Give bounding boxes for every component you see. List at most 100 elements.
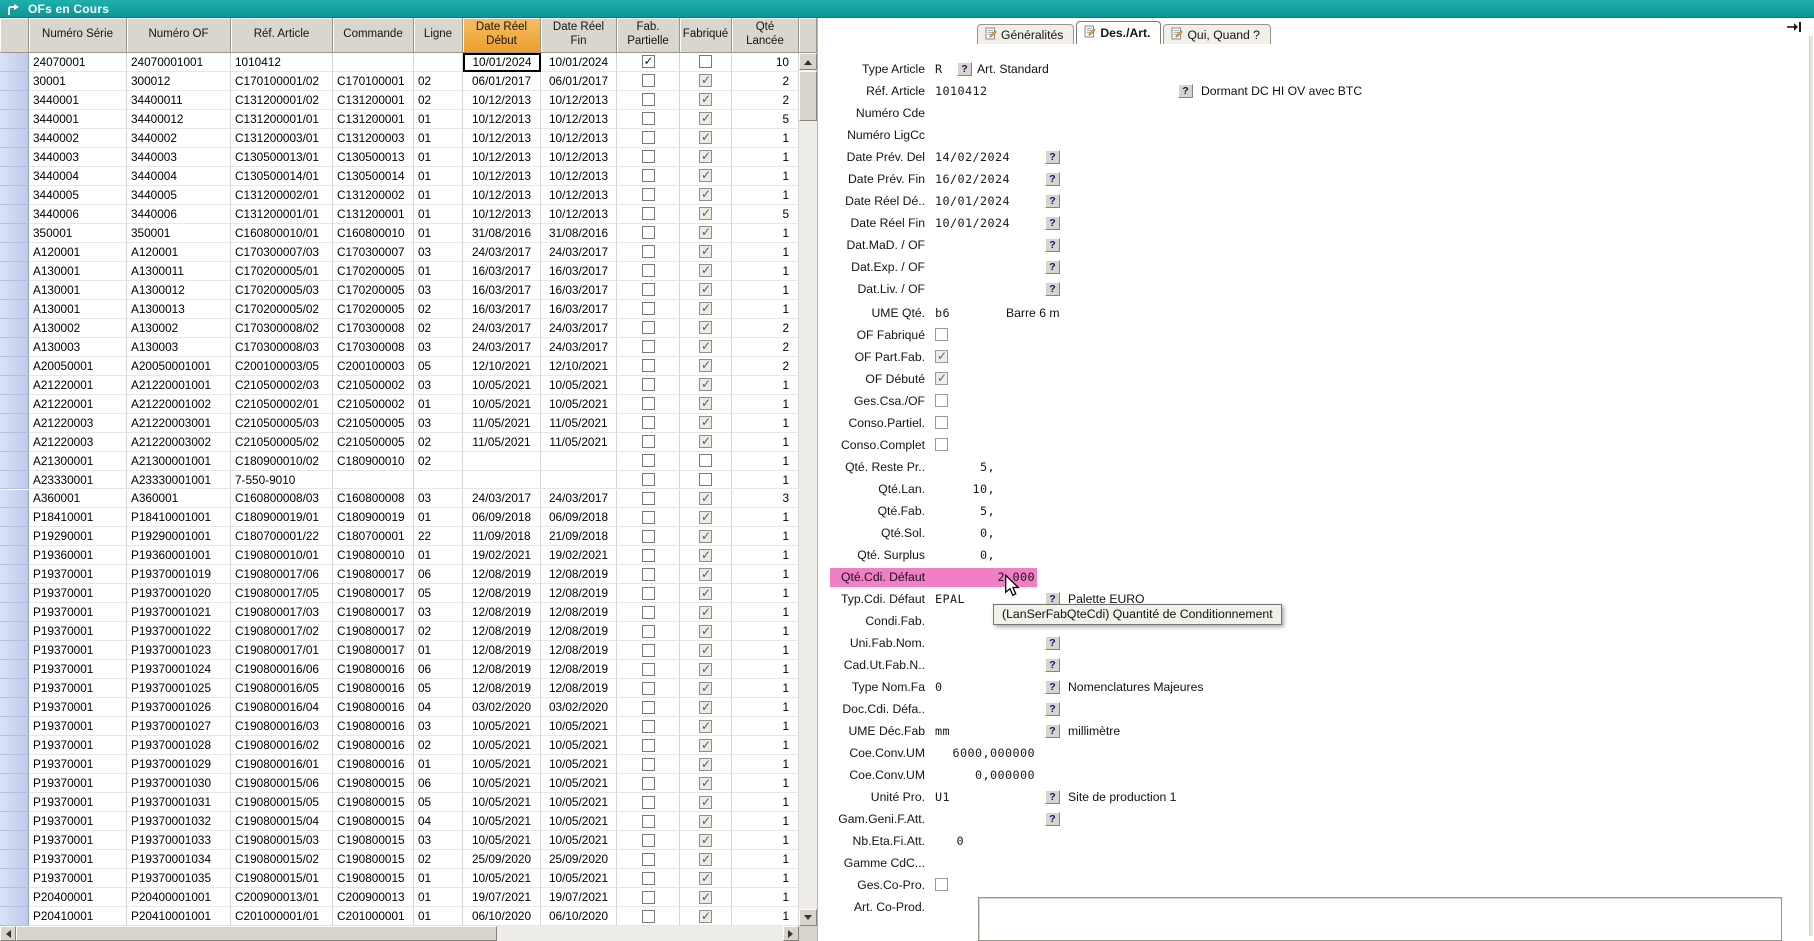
cell[interactable]: 1 [732,433,799,452]
cell[interactable]: C180900010 [333,452,414,471]
cell[interactable]: 01 [414,508,463,527]
row-selector-cell[interactable] [0,376,29,395]
cell[interactable]: 34400012 [127,110,231,129]
row-selector-cell[interactable] [0,490,29,509]
checkbox[interactable] [699,55,712,68]
cell[interactable] [463,452,541,471]
cell[interactable]: A21220003002 [127,433,231,452]
table-row[interactable]: P19370001P19370001033C190800015/03C19080… [0,831,799,850]
field-value[interactable]: EPAL [935,591,965,608]
cell[interactable]: C200100003/05 [231,357,333,376]
cell[interactable]: 11/05/2021 [541,433,617,452]
cell[interactable]: 1 [732,774,799,793]
cell[interactable]: A23330001 [29,471,127,490]
cell[interactable]: 1 [732,679,799,698]
row-selector-cell[interactable] [0,414,29,433]
help-button[interactable]: ? [1045,282,1060,296]
cell[interactable]: 5 [732,110,799,129]
checkbox[interactable] [699,796,712,809]
table-row[interactable]: P20410001P20410001001C201000001/01C20100… [0,907,799,926]
table-row[interactable]: 30001300012C170100001/02C1701000010206/0… [0,72,799,91]
checkbox[interactable] [699,530,712,543]
cell[interactable]: 1 [732,186,799,205]
cell[interactable]: C190800017 [333,622,414,641]
fab-partielle-cell[interactable] [617,546,680,565]
fab-partielle-cell[interactable] [617,679,680,698]
cell[interactable]: 01 [414,186,463,205]
cell[interactable]: P19370001026 [127,698,231,717]
checkbox[interactable] [699,701,712,714]
cell[interactable]: 12/08/2019 [463,603,541,622]
cell[interactable]: A120001 [127,243,231,262]
fabrique-cell[interactable] [680,869,732,888]
checkbox[interactable] [642,93,655,106]
checkbox[interactable] [642,625,655,638]
cell[interactable]: 1 [732,565,799,584]
cell[interactable]: 1 [732,129,799,148]
fab-partielle-cell[interactable] [617,53,680,72]
table-row[interactable]: A23330001A233300010017-550-90101 [0,471,799,490]
row-selector-cell[interactable] [0,243,29,262]
fabrique-cell[interactable] [680,717,732,736]
cell[interactable]: 03 [414,490,463,509]
cell[interactable]: C131200001/02 [231,91,333,110]
help-button[interactable]: ? [1045,812,1060,826]
cell[interactable]: 1 [732,793,799,812]
cell[interactable]: 06/09/2018 [463,508,541,527]
fabrique-cell[interactable] [680,490,732,509]
fabrique-cell[interactable] [680,527,732,546]
row-selector-cell[interactable] [0,205,29,224]
checkbox[interactable] [642,283,655,296]
fabrique-cell[interactable] [680,679,732,698]
cell[interactable]: 12/08/2019 [541,603,617,622]
cell[interactable]: 1 [732,414,799,433]
help-button[interactable]: ? [1045,790,1060,804]
row-selector-cell[interactable] [0,72,29,91]
table-row[interactable]: P19370001P19370001021C190800017/03C19080… [0,603,799,622]
cell[interactable]: C131200001 [333,91,414,110]
cell[interactable]: 03 [414,831,463,850]
cell[interactable]: 24/03/2017 [463,319,541,338]
cell[interactable]: 03 [414,376,463,395]
cell[interactable]: C190800017 [333,565,414,584]
cell[interactable]: C170100001/02 [231,72,333,91]
cell[interactable]: 3440005 [29,186,127,205]
checkbox[interactable] [699,815,712,828]
cell[interactable]: 11/09/2018 [463,527,541,546]
cell[interactable]: 1 [732,698,799,717]
cell[interactable]: 02 [414,319,463,338]
cell[interactable]: 10/05/2021 [463,869,541,888]
cell[interactable]: C180900019/01 [231,508,333,527]
help-button[interactable]: ? [1045,194,1060,208]
cell[interactable]: C170200005 [333,300,414,319]
help-button[interactable]: ? [957,62,972,76]
fabrique-cell[interactable] [680,907,732,926]
cell[interactable]: 06/01/2017 [463,72,541,91]
fabrique-cell[interactable] [680,698,732,717]
cell[interactable]: 12/08/2019 [541,584,617,603]
fabrique-cell[interactable] [680,205,732,224]
table-row[interactable]: P19370001P19370001035C190800015/01C19080… [0,869,799,888]
row-selector-cell[interactable] [0,281,29,300]
fab-partielle-cell[interactable] [617,110,680,129]
scroll-up-button[interactable] [799,53,817,70]
cell[interactable]: 16/03/2017 [541,281,617,300]
fabrique-cell[interactable] [680,91,732,110]
fab-partielle-cell[interactable] [617,300,680,319]
fab-partielle-cell[interactable] [617,869,680,888]
cell[interactable]: 05 [414,357,463,376]
cell[interactable]: 10/05/2021 [541,717,617,736]
cell[interactable]: 10/12/2013 [541,205,617,224]
cell[interactable]: 10/12/2013 [541,186,617,205]
cell[interactable]: 16/03/2017 [541,300,617,319]
cell[interactable]: C190800016/01 [231,755,333,774]
fabrique-cell[interactable] [680,793,732,812]
checkbox[interactable] [699,93,712,106]
table-row[interactable]: 344000134400011C131200001/02C13120000102… [0,91,799,110]
cell[interactable]: P19290001001 [127,527,231,546]
checkbox[interactable] [699,606,712,619]
checkbox[interactable] [642,131,655,144]
column-header[interactable]: Fabriqué [680,18,732,53]
fab-partielle-cell[interactable] [617,641,680,660]
cell[interactable]: A130001 [29,300,127,319]
